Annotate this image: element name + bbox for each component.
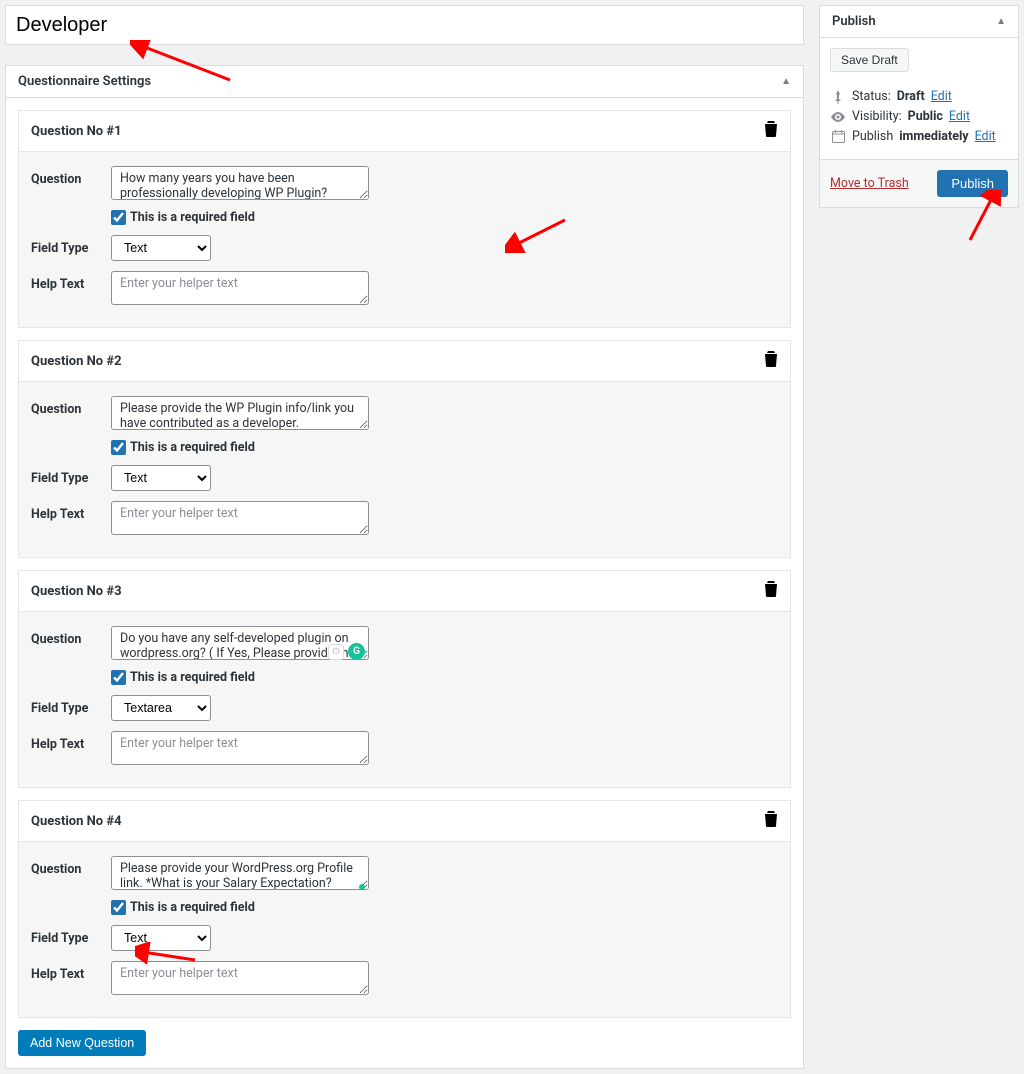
edit-status-link[interactable]: Edit	[931, 89, 952, 104]
help-text-input[interactable]	[111, 731, 369, 765]
calendar-icon	[830, 130, 846, 143]
required-checkbox[interactable]	[111, 210, 126, 225]
question-group: Question No #1 Question This is a required…	[18, 110, 791, 328]
field-type-select[interactable]: TextTextarea	[111, 695, 211, 721]
help-text-label: Help Text	[31, 961, 111, 982]
edit-visibility-link[interactable]: Edit	[949, 109, 970, 124]
question-group: Question No #2 Question This is a required…	[18, 340, 791, 558]
delete-question-icon[interactable]	[764, 351, 778, 371]
publish-button[interactable]: Publish	[937, 170, 1008, 197]
question-group: Question No #4 Question This is a required…	[18, 800, 791, 1018]
post-title-input[interactable]	[5, 5, 804, 45]
help-text-label: Help Text	[31, 731, 111, 752]
settings-panel-title: Questionnaire Settings	[18, 74, 151, 89]
help-text-input[interactable]	[111, 501, 369, 535]
question-label: Question	[31, 856, 111, 877]
save-draft-button[interactable]: Save Draft	[830, 48, 909, 72]
question-text-input[interactable]	[111, 626, 369, 660]
question-header-title: Question No #4	[31, 814, 122, 829]
required-checkbox[interactable]	[111, 670, 126, 685]
delete-question-icon[interactable]	[764, 811, 778, 831]
field-type-select[interactable]: TextTextarea	[111, 235, 211, 261]
help-text-label: Help Text	[31, 501, 111, 522]
pin-icon	[830, 90, 846, 104]
field-type-label: Field Type	[31, 465, 111, 486]
required-label: This is a required field	[130, 900, 255, 915]
required-label: This is a required field	[130, 670, 255, 685]
add-new-question-button[interactable]: Add New Question	[18, 1030, 146, 1056]
field-type-select[interactable]: TextTextarea	[111, 925, 211, 951]
help-text-label: Help Text	[31, 271, 111, 292]
publish-date-value: immediately	[899, 129, 968, 144]
required-checkbox[interactable]	[111, 900, 126, 915]
field-type-label: Field Type	[31, 695, 111, 716]
status-value: Draft	[897, 89, 925, 104]
settings-panel-toggle[interactable]: Questionnaire Settings ▲	[6, 66, 803, 98]
visibility-label: Visibility:	[852, 109, 902, 124]
question-header-title: Question No #3	[31, 584, 122, 599]
publish-date-label: Publish	[852, 129, 893, 144]
question-label: Question	[31, 166, 111, 187]
question-label: Question	[31, 396, 111, 417]
delete-question-icon[interactable]	[764, 121, 778, 141]
delete-question-icon[interactable]	[764, 581, 778, 601]
edit-date-link[interactable]: Edit	[975, 129, 996, 144]
required-checkbox[interactable]	[111, 440, 126, 455]
field-type-label: Field Type	[31, 925, 111, 946]
chevron-up-icon: ▲	[781, 76, 791, 87]
question-text-input[interactable]	[111, 856, 369, 890]
eye-icon	[830, 112, 846, 122]
publish-panel-toggle[interactable]: Publish ▲	[820, 6, 1018, 38]
visibility-value: Public	[908, 109, 943, 124]
publish-panel-title: Publish	[832, 14, 876, 29]
status-label: Status:	[852, 89, 891, 104]
required-label: This is a required field	[130, 440, 255, 455]
chevron-up-icon: ▲	[996, 16, 1006, 27]
question-group: Question No #3Question⏻GThis is a requir…	[18, 570, 791, 788]
required-label: This is a required field	[130, 210, 255, 225]
question-header-title: Question No #1	[31, 124, 122, 139]
field-type-label: Field Type	[31, 235, 111, 256]
question-text-input[interactable]	[111, 396, 369, 430]
help-text-input[interactable]	[111, 271, 369, 305]
question-header-title: Question No #2	[31, 354, 122, 369]
move-to-trash-link[interactable]: Move to Trash	[830, 176, 909, 191]
question-label: Question	[31, 626, 111, 647]
question-text-input[interactable]	[111, 166, 369, 200]
help-text-input[interactable]	[111, 961, 369, 995]
field-type-select[interactable]: TextTextarea	[111, 465, 211, 491]
